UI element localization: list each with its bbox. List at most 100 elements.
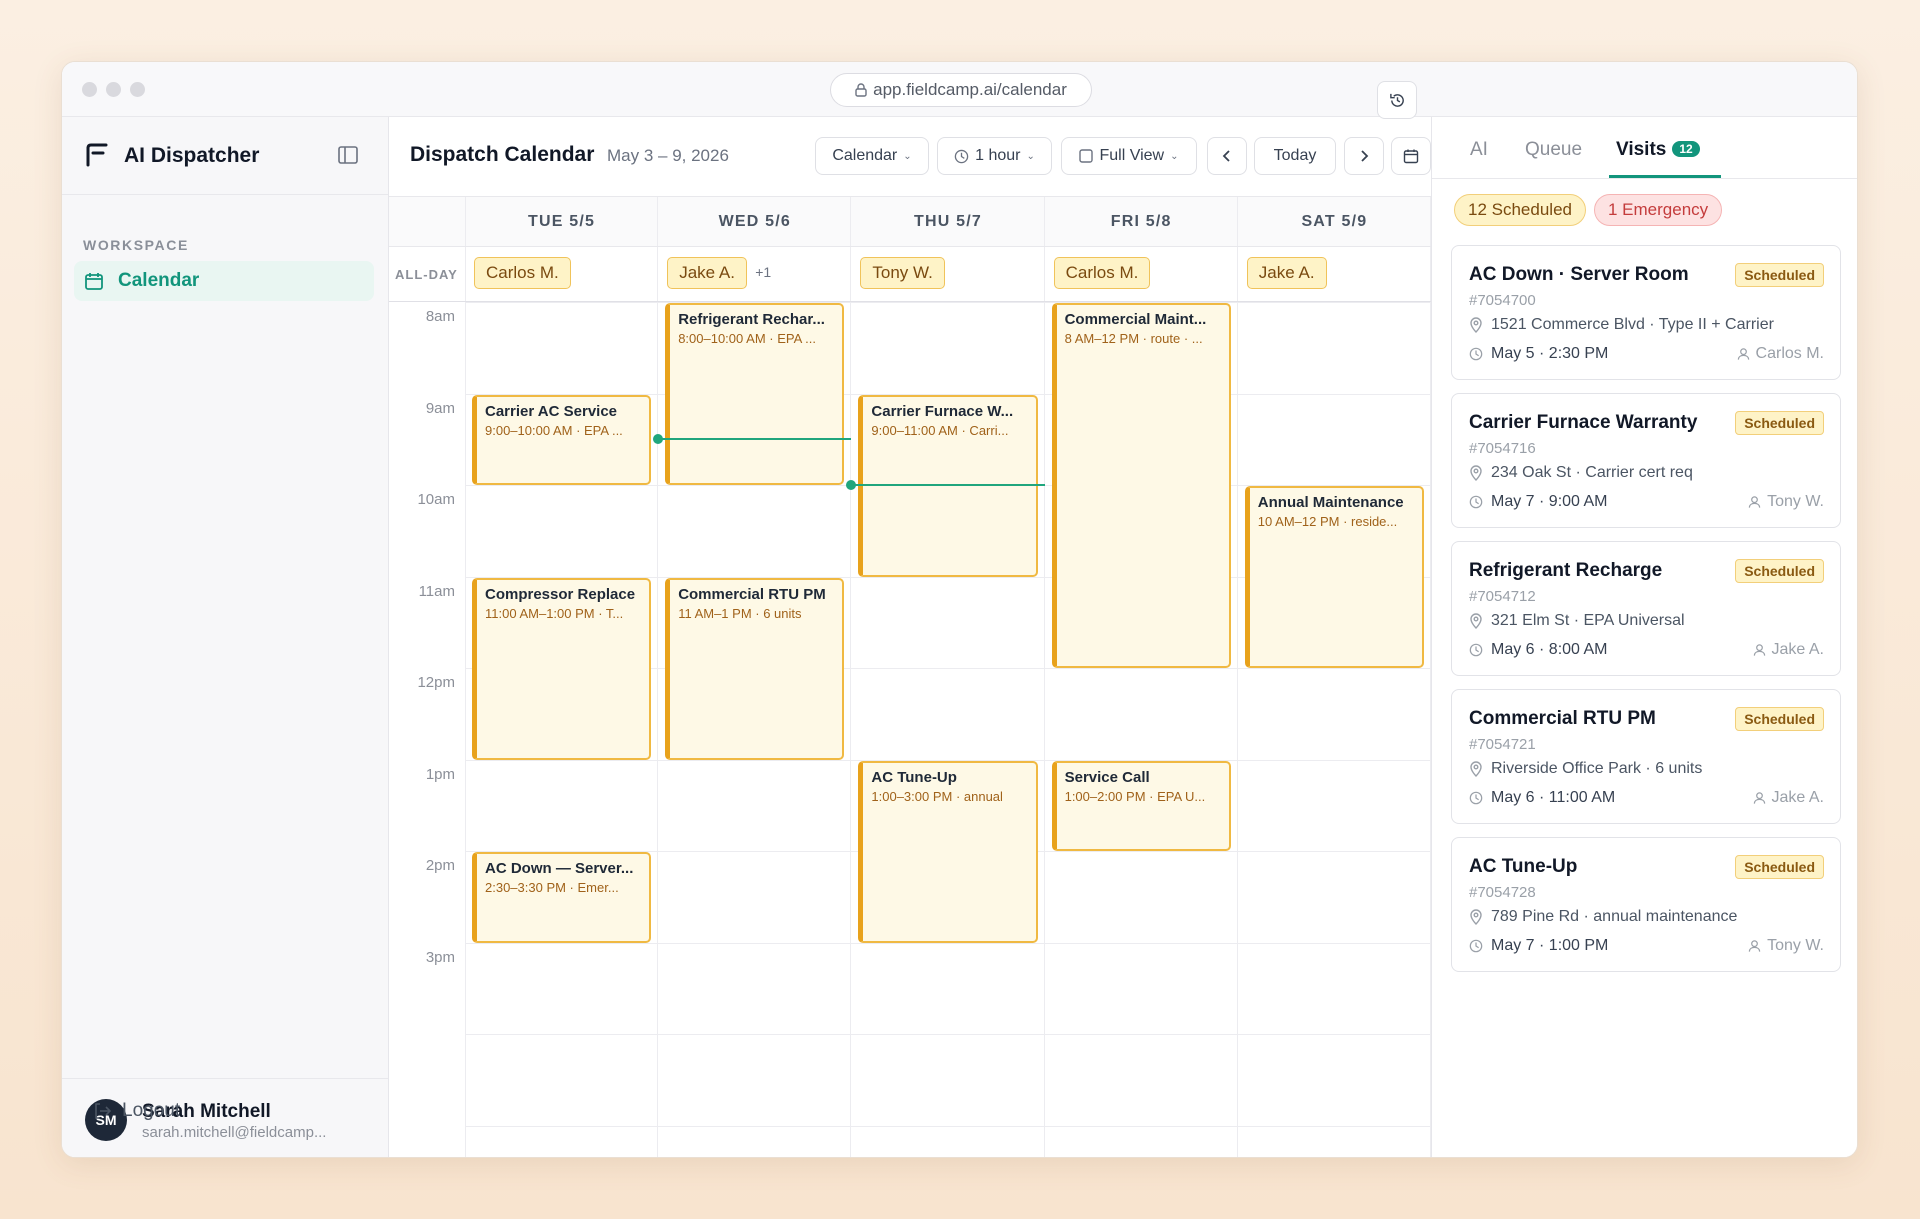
sidebar-item-calendar[interactable]: Calendar	[74, 261, 374, 301]
scheduled-filter-pill[interactable]: 12 Scheduled	[1454, 194, 1586, 226]
app-logo-icon	[86, 143, 108, 167]
tab-visits-label: Visits	[1616, 139, 1667, 160]
interval-select[interactable]: 1 hour ⌄	[937, 137, 1052, 175]
hour-gridline	[465, 942, 1431, 944]
chevron-down-icon: ⌄	[903, 150, 912, 162]
column-divider	[1236, 247, 1238, 301]
visit-technician: Tony W.	[1748, 937, 1824, 955]
column-divider	[657, 197, 659, 246]
visit-id: #7054728	[1469, 884, 1536, 901]
hour-label: 2pm	[425, 857, 455, 874]
visit-card[interactable]: Carrier Furnace Warranty Scheduled #705471…	[1451, 393, 1841, 528]
visit-time: May 6 · 11:00 AM	[1469, 789, 1615, 807]
address-bar[interactable]: app.fieldcamp.ai/calendar	[830, 73, 1092, 107]
column-divider	[465, 247, 466, 301]
sidebar-item-label: Calendar	[118, 270, 200, 291]
visit-title: Carrier Furnace Warranty	[1469, 412, 1698, 433]
visit-title: Refrigerant Recharge	[1469, 560, 1663, 581]
calendar-event[interactable]: Commercial RTU PM 11 AM–1 PM · 6 units	[665, 577, 845, 760]
lock-icon	[855, 83, 867, 97]
view-select-label: Calendar	[832, 147, 898, 164]
window-zoom-dot[interactable]	[130, 82, 145, 97]
column-divider	[465, 197, 466, 246]
sidebar-toggle-icon[interactable]	[338, 146, 358, 164]
visit-time-text: May 7 · 1:00 PM	[1491, 937, 1609, 954]
allday-tech-chip[interactable]: Carlos M.	[474, 257, 571, 289]
event-title: Commercial Maint...	[1064, 311, 1207, 328]
visit-address-text: 234 Oak St · Carrier cert req	[1491, 464, 1693, 481]
event-title: Compressor Replace	[485, 585, 636, 603]
calendar-event[interactable]: Service Call 1:00–2:00 PM · EPA U...	[1051, 760, 1231, 851]
status-badge: Scheduled	[1735, 559, 1824, 583]
visit-card[interactable]: Refrigerant Recharge Scheduled #7054712 321…	[1451, 541, 1841, 676]
tab-queue[interactable]: Queue	[1525, 139, 1582, 161]
visit-id: #7054716	[1469, 440, 1536, 457]
history-button[interactable]	[1377, 81, 1417, 119]
column-divider	[850, 197, 852, 246]
emergency-filter-pill[interactable]: 1 Emergency	[1594, 194, 1723, 226]
day-header[interactable]: WED 5/6	[658, 197, 851, 247]
visit-card[interactable]: AC Tune-Up Scheduled #7054728 789 Pine Rd ·…	[1451, 837, 1841, 972]
visit-technician-text: Carlos M.	[1755, 345, 1824, 362]
day-header[interactable]: SAT 5/9	[1238, 197, 1431, 247]
history-icon	[1389, 93, 1404, 107]
visit-technician-text: Tony W.	[1767, 937, 1824, 954]
fullview-select-label: Full View	[1099, 147, 1165, 164]
calendar-event[interactable]: AC Down — Server... 2:30–3:30 PM · Emer..…	[472, 852, 652, 943]
location-pin-icon	[1470, 465, 1482, 481]
date-picker-button[interactable]	[1391, 137, 1431, 175]
event-details: 8:00–10:00 AM · EPA ...	[678, 331, 816, 346]
fullview-select[interactable]: Full View ⌄	[1061, 137, 1197, 175]
visit-title: Commercial RTU PM	[1469, 708, 1656, 729]
column-divider	[1236, 302, 1238, 1157]
next-week-button[interactable]	[1344, 137, 1384, 175]
sidebar: AI Dispatcher WORKSPACE Calendar SM Sara…	[62, 117, 389, 1157]
day-header[interactable]: THU 5/7	[851, 197, 1044, 247]
window-close-dot[interactable]	[82, 82, 97, 97]
calendar-event[interactable]: AC Tune-Up 1:00–3:00 PM · annual	[858, 760, 1038, 943]
event-title: Annual Maintenance	[1257, 494, 1404, 511]
window-minimize-dot[interactable]	[106, 82, 121, 97]
calendar-event[interactable]: Compressor Replace 11:00 AM–1:00 PM · T..…	[472, 577, 652, 760]
view-select[interactable]: Calendar ⌄	[815, 137, 929, 175]
hour-label: 3pm	[425, 948, 455, 966]
clock-icon	[1469, 347, 1483, 361]
visit-card[interactable]: AC Down · Server Room Scheduled #7054700 15…	[1451, 245, 1841, 380]
visit-address: Riverside Office Park · 6 units	[1469, 760, 1702, 778]
visits-count-badge: 12	[1672, 141, 1700, 157]
calendar-event[interactable]: Carrier AC Service 9:00–10:00 AM · EPA ..…	[472, 394, 652, 485]
clock-icon	[1469, 939, 1483, 953]
hour-label: 10am	[417, 491, 455, 508]
event-details: 9:00–10:00 AM · EPA ...	[485, 422, 623, 438]
visit-time-text: May 6 · 8:00 AM	[1491, 641, 1608, 658]
visit-address: 321 Elm St · EPA Universal	[1469, 612, 1685, 630]
allday-more-link[interactable]: +1	[755, 264, 771, 280]
date-range: May 3 – 9, 2026	[607, 146, 729, 165]
logout-button[interactable]: Logout	[92, 1100, 180, 1122]
time-grid[interactable]: 8am 9am 10am 11am 12pm 1pm 2pm 3pm Carrier AC Se…	[389, 302, 1431, 1157]
allday-tech-chip[interactable]: Carlos M.	[1053, 257, 1151, 289]
calendar-event[interactable]: Annual Maintenance 10 AM–12 PM · reside..…	[1244, 486, 1424, 668]
visit-address: 789 Pine Rd · annual maintenance	[1469, 908, 1737, 926]
event-details: 11:00 AM–1:00 PM · T...	[485, 605, 624, 621]
hour-gridline	[465, 302, 1431, 303]
tab-ai[interactable]: AI	[1470, 139, 1488, 161]
calendar-event[interactable]: Refrigerant Rechar... 8:00–10:00 AM · EPA…	[665, 303, 845, 485]
column-divider	[850, 302, 852, 1157]
today-button[interactable]: Today	[1254, 137, 1336, 175]
visit-time-text: May 6 · 11:00 AM	[1491, 789, 1616, 806]
day-header[interactable]: FRI 5/8	[1045, 197, 1238, 247]
allday-tech-chip[interactable]: Jake A.	[1246, 257, 1327, 289]
visit-card[interactable]: Commercial RTU PM Scheduled #7054721 Rivers…	[1451, 689, 1841, 824]
visit-time-text: May 5 · 2:30 PM	[1491, 345, 1609, 362]
calendar-event[interactable]: Commercial Maint... 8 AM–12 PM · route · …	[1051, 303, 1231, 668]
tab-visits[interactable]: Visits 12	[1616, 139, 1700, 161]
visit-address: 1521 Commerce Blvd · Type II + Carrier	[1469, 316, 1774, 334]
prev-week-button[interactable]	[1207, 137, 1247, 175]
allday-tech-chip[interactable]: Tony W.	[860, 257, 945, 289]
visit-address-text: 321 Elm St · EPA Universal	[1491, 612, 1685, 629]
status-badge: Scheduled	[1735, 411, 1824, 435]
visit-time: May 5 · 2:30 PM	[1469, 345, 1608, 363]
allday-tech-chip[interactable]: Jake A.	[667, 257, 747, 289]
day-header[interactable]: TUE 5/5	[465, 197, 658, 247]
